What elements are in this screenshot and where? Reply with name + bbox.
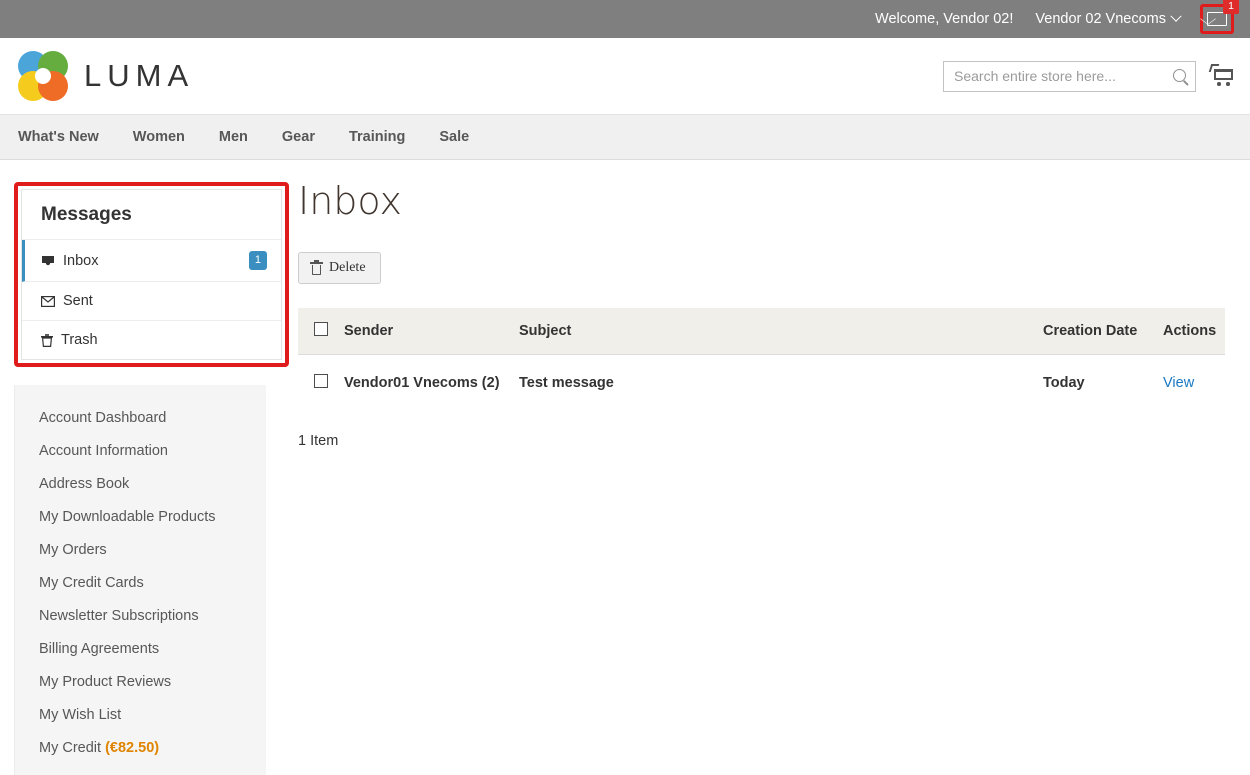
sidebar-item-inbox[interactable]: Inbox 1: [22, 240, 281, 282]
cell-subject: Test message: [519, 375, 614, 391]
envelope-icon: [1207, 12, 1227, 26]
message-count-badge: 1: [1223, 0, 1239, 14]
nav-item-men[interactable]: Men: [219, 129, 248, 145]
trash-icon: [41, 333, 53, 347]
sidebar-item-my-wish-list[interactable]: My Wish List: [15, 702, 266, 735]
site-header: LUMA: [0, 38, 1250, 114]
sidebar-item-newsletter[interactable]: Newsletter Subscriptions: [15, 603, 266, 636]
vendor-switcher[interactable]: Vendor 02 Vnecoms: [1035, 10, 1182, 27]
sidebar-item-sent[interactable]: Sent: [22, 282, 281, 321]
sidebar-item-downloadable-products[interactable]: My Downloadable Products: [15, 504, 266, 537]
sidebar-item-my-orders[interactable]: My Orders: [15, 537, 266, 570]
sidebar-item-account-information[interactable]: Account Information: [15, 438, 266, 471]
delete-button-label: Delete: [329, 260, 366, 275]
table-header-row: Sender Subject Creation Date Actions: [298, 308, 1225, 355]
messages-table: Sender Subject Creation Date Actions Ven…: [298, 308, 1225, 411]
nav-item-sale[interactable]: Sale: [439, 129, 469, 145]
top-panel: Welcome, Vendor 02! Vendor 02 Vnecoms 1: [0, 0, 1250, 38]
view-message-link[interactable]: View: [1163, 375, 1194, 391]
column-header-sender[interactable]: Sender: [344, 308, 519, 355]
sidebar-item-my-credit-label: My Credit: [39, 740, 106, 756]
page-body: Messages Inbox 1 Sent Trash Account Dash…: [0, 160, 1250, 775]
messages-table-body: Vendor01 Vnecoms (2) Test message Today …: [298, 355, 1225, 412]
vendor-switcher-label: Vendor 02 Vnecoms: [1035, 11, 1166, 27]
sidebar: Messages Inbox 1 Sent Trash Account Dash…: [0, 182, 290, 775]
search-icon[interactable]: [1173, 68, 1186, 82]
chevron-down-icon: [1170, 10, 1182, 22]
sidebar-item-account-dashboard[interactable]: Account Dashboard: [15, 405, 266, 438]
select-all-header: [298, 308, 344, 355]
column-header-creation-date[interactable]: Creation Date: [1043, 308, 1163, 355]
sidebar-item-inbox-label: Inbox: [63, 252, 99, 269]
sidebar-item-sent-label: Sent: [63, 293, 93, 309]
luma-logo-icon: [18, 51, 68, 101]
row-checkbox[interactable]: [314, 374, 328, 388]
account-navigation: Account Dashboard Account Information Ad…: [14, 385, 266, 775]
sidebar-item-trash[interactable]: Trash: [22, 321, 281, 359]
welcome-message: Welcome, Vendor 02!: [875, 11, 1014, 27]
table-row: Vendor01 Vnecoms (2) Test message Today …: [298, 355, 1225, 412]
inbox-unread-badge: 1: [248, 251, 267, 270]
main-content: Inbox Delete Sender Subject Creation Dat…: [290, 182, 1250, 775]
trash-icon: [310, 259, 323, 275]
logo-text: LUMA: [84, 58, 195, 93]
search-box[interactable]: [943, 60, 1196, 92]
sidebar-item-my-credit-amount: (€82.50): [105, 740, 160, 756]
cell-creation-date: Today: [1043, 375, 1085, 391]
messages-button[interactable]: 1: [1200, 0, 1239, 34]
envelope-icon: [41, 295, 55, 307]
item-count: 1 Item: [298, 433, 339, 449]
sidebar-item-address-book[interactable]: Address Book: [15, 471, 266, 504]
cell-actions: View: [1163, 355, 1225, 412]
sidebar-item-my-credit-cards[interactable]: My Credit Cards: [15, 570, 266, 603]
shopping-cart-icon[interactable]: [1208, 64, 1236, 88]
logo-link[interactable]: LUMA: [18, 51, 194, 101]
nav-item-women[interactable]: Women: [133, 129, 185, 145]
messages-table-head: Sender Subject Creation Date Actions: [298, 308, 1225, 355]
sidebar-item-billing-agreements[interactable]: Billing Agreements: [15, 636, 266, 669]
column-header-actions: Actions: [1163, 308, 1225, 355]
inbox-tray-icon: [41, 255, 55, 267]
nav-item-training[interactable]: Training: [349, 129, 405, 145]
search-input[interactable]: [944, 61, 1195, 91]
cell-sender: Vendor01 Vnecoms (2): [344, 375, 500, 391]
delete-button[interactable]: Delete: [298, 252, 381, 284]
messages-block-highlight: Messages Inbox 1 Sent Trash: [14, 182, 289, 367]
row-select-cell: [298, 355, 344, 412]
sidebar-item-product-reviews[interactable]: My Product Reviews: [15, 669, 266, 702]
header-right: [943, 60, 1236, 92]
main-navigation: What's New Women Men Gear Training Sale: [0, 114, 1250, 160]
nav-item-whats-new[interactable]: What's New: [18, 129, 99, 145]
nav-item-gear[interactable]: Gear: [282, 129, 315, 145]
messages-block-title: Messages: [22, 190, 281, 240]
column-header-subject[interactable]: Subject: [519, 308, 1043, 355]
messages-block: Messages Inbox 1 Sent Trash: [21, 189, 282, 360]
page-title: Inbox: [298, 179, 402, 223]
sidebar-item-trash-label: Trash: [61, 332, 98, 348]
select-all-checkbox[interactable]: [314, 322, 328, 336]
sidebar-item-my-credit[interactable]: My Credit (€82.50): [15, 735, 266, 768]
